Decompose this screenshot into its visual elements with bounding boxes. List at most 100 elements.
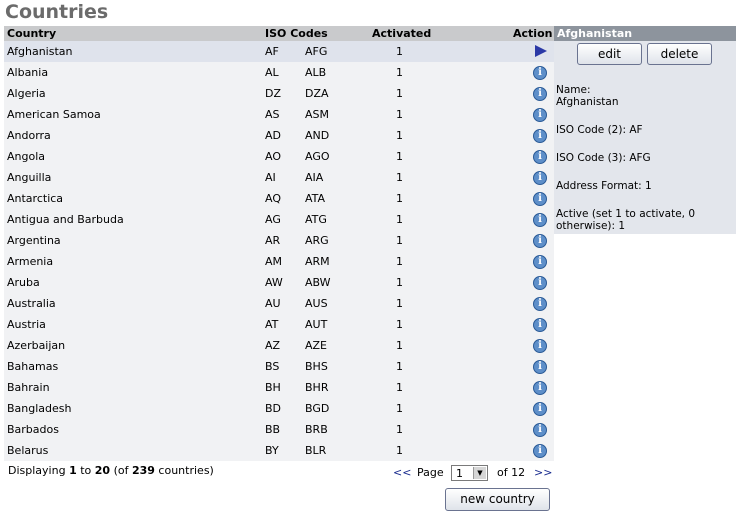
iso-code-2: BS — [265, 360, 280, 373]
table-row[interactable]: Angola AO AGO 1 i — [4, 146, 554, 167]
iso-code-2: AI — [265, 171, 276, 184]
country-name: Antarctica — [7, 192, 64, 205]
iso-code-2: AZ — [265, 339, 281, 352]
table-row[interactable]: Aruba AW ABW 1 i — [4, 272, 554, 293]
iso-code-2: AW — [265, 276, 283, 289]
info-icon[interactable]: i — [533, 87, 547, 101]
table-row[interactable]: Algeria DZ DZA 1 i — [4, 83, 554, 104]
table-row[interactable]: Afghanistan AF AFG 1 — [4, 41, 554, 62]
detail-name-value: Afghanistan — [556, 96, 619, 108]
iso-code-2: DZ — [265, 87, 282, 100]
info-icon[interactable]: i — [533, 276, 547, 290]
table-row[interactable]: Australia AU AUS 1 i — [4, 293, 554, 314]
delete-button[interactable]: delete — [647, 43, 712, 65]
next-page-link[interactable]: >> — [534, 466, 552, 479]
info-icon[interactable]: i — [533, 255, 547, 269]
iso-code-2: AQ — [265, 192, 281, 205]
country-name: Armenia — [7, 255, 54, 268]
country-name: Albania — [7, 66, 49, 79]
activated-value: 1 — [396, 255, 403, 268]
table-row[interactable]: Bahrain BH BHR 1 i — [4, 377, 554, 398]
table-row[interactable]: Andorra AD AND 1 i — [4, 125, 554, 146]
displaying-summary: Displaying 1 to 20 (of 239 countries) — [8, 464, 214, 477]
iso-code-3: BHS — [305, 360, 328, 373]
info-icon[interactable]: i — [533, 66, 547, 80]
header-action: Action — [513, 27, 553, 40]
country-name: Azerbaijan — [7, 339, 66, 352]
iso-code-3: AUS — [305, 297, 328, 310]
table-row[interactable]: Barbados BB BRB 1 i — [4, 419, 554, 440]
country-name: Aruba — [7, 276, 40, 289]
activated-value: 1 — [396, 171, 403, 184]
iso-code-2: AS — [265, 108, 280, 121]
info-icon[interactable]: i — [533, 171, 547, 185]
info-icon[interactable]: i — [533, 108, 547, 122]
iso-code-2: AT — [265, 318, 279, 331]
info-icon[interactable]: i — [533, 129, 547, 143]
iso-code-3: BLR — [305, 444, 327, 457]
info-icon[interactable]: i — [533, 297, 547, 311]
activated-value: 1 — [396, 66, 403, 79]
header-country[interactable]: Country — [7, 27, 56, 40]
page-select[interactable]: 1 ▼ — [451, 465, 488, 481]
table-row[interactable]: Bangladesh BD BGD 1 i — [4, 398, 554, 419]
info-icon[interactable]: i — [533, 360, 547, 374]
new-country-button[interactable]: new country — [445, 488, 550, 511]
iso-code-2: AG — [265, 213, 281, 226]
prev-page-link[interactable]: << — [393, 466, 411, 479]
detail-panel-title: Afghanistan — [554, 26, 736, 41]
country-name: Australia — [7, 297, 56, 310]
iso-code-3: ATG — [305, 213, 327, 226]
country-name: Angola — [7, 150, 46, 163]
country-name: Barbados — [7, 423, 59, 436]
iso-code-2: AM — [265, 255, 283, 268]
iso-code-2: AL — [265, 66, 279, 79]
info-icon[interactable]: i — [533, 423, 547, 437]
activated-value: 1 — [396, 45, 403, 58]
info-icon[interactable]: i — [533, 402, 547, 416]
detail-active-line-1: Active (set 1 to activate, 0 — [556, 208, 696, 220]
page-label: Page — [417, 466, 444, 479]
iso-code-3: AZE — [305, 339, 328, 352]
country-name: Argentina — [7, 234, 61, 247]
table-row[interactable]: Anguilla AI AIA 1 i — [4, 167, 554, 188]
table-row[interactable]: Austria AT AUT 1 i — [4, 314, 554, 335]
country-name: Bahrain — [7, 381, 50, 394]
table-row[interactable]: Albania AL ALB 1 i — [4, 62, 554, 83]
table-row[interactable]: Azerbaijan AZ AZE 1 i — [4, 335, 554, 356]
info-icon[interactable]: i — [533, 381, 547, 395]
table-row[interactable]: Argentina AR ARG 1 i — [4, 230, 554, 251]
activated-value: 1 — [396, 129, 403, 142]
info-icon[interactable]: i — [533, 339, 547, 353]
iso-code-3: ASM — [305, 108, 329, 121]
edit-button[interactable]: edit — [577, 43, 642, 65]
info-icon[interactable]: i — [533, 150, 547, 164]
table-row[interactable]: American Samoa AS ASM 1 i — [4, 104, 554, 125]
country-name: Belarus — [7, 444, 49, 457]
table-row[interactable]: Antarctica AQ ATA 1 i — [4, 188, 554, 209]
country-name: Algeria — [7, 87, 46, 100]
iso-code-2: BH — [265, 381, 281, 394]
table-row[interactable]: Belarus BY BLR 1 i — [4, 440, 554, 461]
info-icon[interactable]: i — [533, 234, 547, 248]
iso-code-2: AU — [265, 297, 281, 310]
country-detail-panel: Afghanistan edit delete Name: Afghanista… — [554, 26, 736, 234]
header-iso-codes[interactable]: ISO Codes — [265, 27, 328, 40]
info-icon[interactable]: i — [533, 192, 547, 206]
activated-value: 1 — [396, 444, 403, 457]
country-name: Bangladesh — [7, 402, 72, 415]
info-icon[interactable]: i — [533, 318, 547, 332]
detail-name-label: Name: — [556, 84, 591, 96]
table-row[interactable]: Armenia AM ARM 1 i — [4, 251, 554, 272]
header-activated[interactable]: Activated — [372, 27, 431, 40]
country-name: Anguilla — [7, 171, 52, 184]
info-icon[interactable]: i — [533, 213, 547, 227]
iso-code-2: AO — [265, 150, 281, 163]
iso-code-3: AIA — [305, 171, 324, 184]
chevron-down-icon: ▼ — [473, 467, 486, 479]
detail-iso2: ISO Code (2): AF — [556, 124, 643, 136]
table-row[interactable]: Bahamas BS BHS 1 i — [4, 356, 554, 377]
table-row[interactable]: Antigua and Barbuda AG ATG 1 i — [4, 209, 554, 230]
info-icon[interactable]: i — [533, 444, 547, 458]
arrow-right-icon[interactable] — [535, 45, 547, 57]
